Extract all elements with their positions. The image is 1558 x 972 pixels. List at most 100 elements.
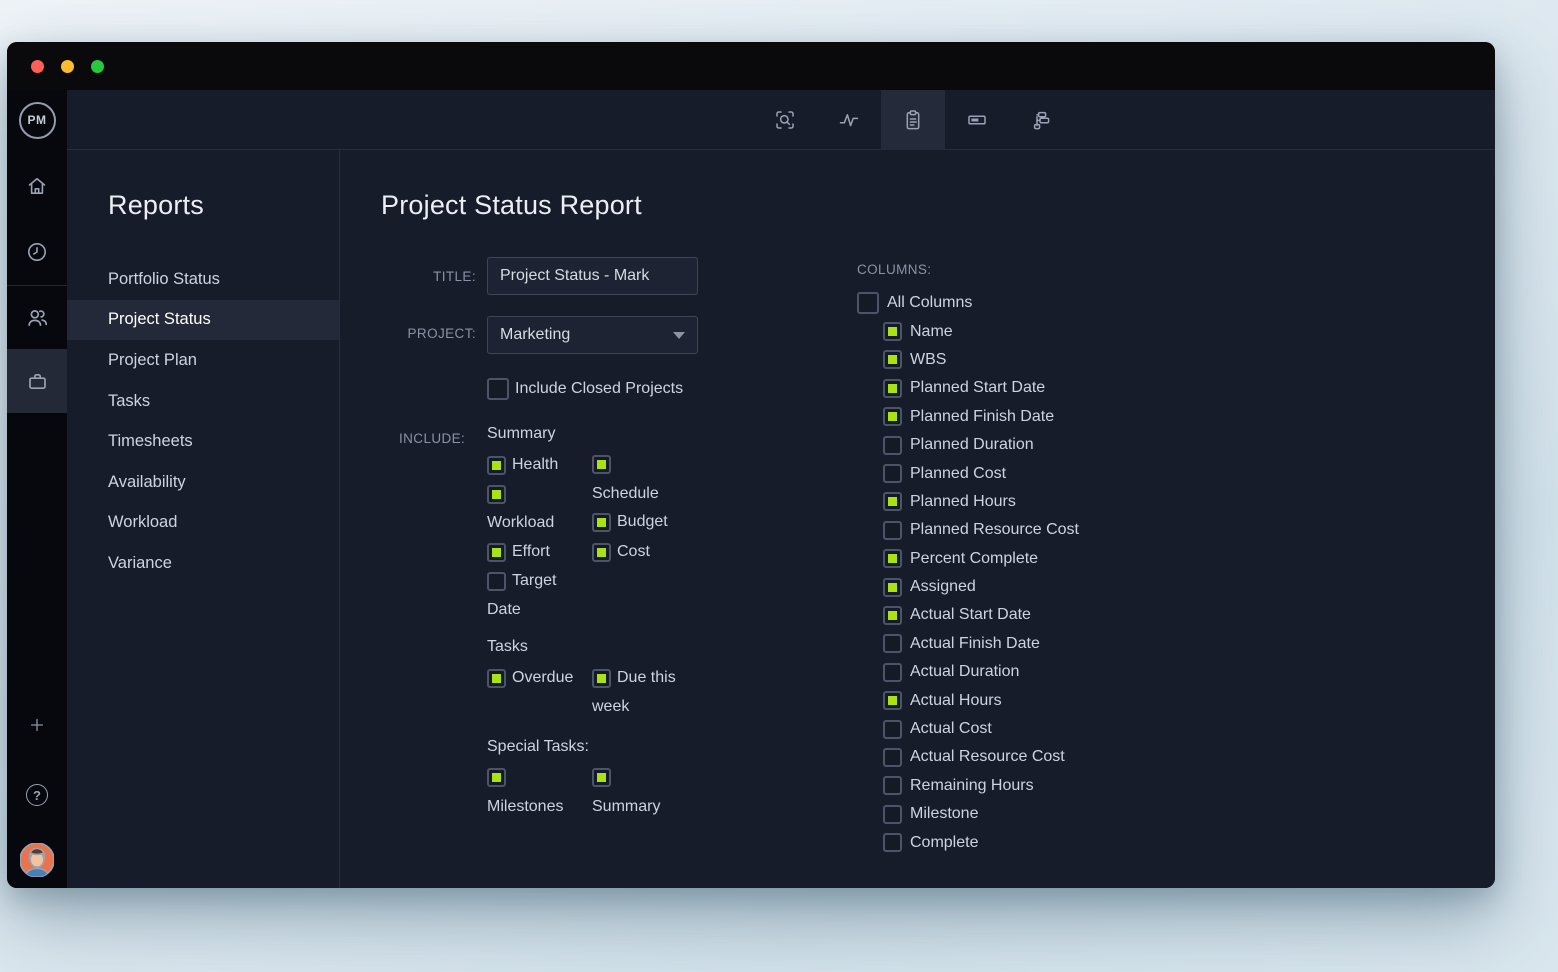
column-option-label: Planned Resource Cost: [910, 521, 1079, 539]
column-option-actual-hours[interactable]: Actual Hours: [883, 686, 1079, 714]
tasks-option-due-this-week[interactable]: Due thisweek: [592, 664, 692, 722]
summary-option-schedule[interactable]: Schedule: [592, 451, 692, 508]
add-icon[interactable]: [7, 697, 67, 753]
app-logo[interactable]: PM: [7, 90, 67, 150]
zoom-button[interactable]: [91, 60, 104, 73]
summary-option-budget[interactable]: Budget: [592, 508, 692, 537]
column-option-label: Actual Start Date: [910, 606, 1031, 624]
checkbox-checked-icon: [592, 768, 611, 787]
column-option-assigned[interactable]: Assigned: [883, 573, 1079, 601]
checkbox-icon: [883, 634, 902, 653]
column-option-actual-cost[interactable]: Actual Cost: [883, 715, 1079, 743]
option-label: Workload: [487, 509, 592, 538]
special-tasks-option-summary[interactable]: Summary: [592, 764, 692, 821]
column-option-actual-resource-cost[interactable]: Actual Resource Cost: [883, 743, 1079, 771]
sidebar-item-portfolio-status[interactable]: Portfolio Status: [67, 259, 339, 300]
special-options-col1: Milestones: [487, 764, 592, 821]
option-label: Date: [487, 596, 592, 625]
scan-search-icon[interactable]: [753, 90, 817, 150]
checkbox-icon: [883, 748, 902, 767]
column-option-wbs[interactable]: WBS: [883, 346, 1079, 374]
include-closed-projects-label: Include Closed Projects: [515, 380, 683, 398]
sidebar-item-variance[interactable]: Variance: [67, 543, 339, 584]
column-option-label: Planned Finish Date: [910, 408, 1054, 426]
reports-sidebar: Reports Portfolio StatusProject StatusPr…: [67, 150, 340, 888]
column-option-planned-finish-date[interactable]: Planned Finish Date: [883, 403, 1079, 431]
checkbox-checked-icon: [883, 350, 902, 369]
summary-option-effort[interactable]: Effort: [487, 538, 592, 567]
project-dropdown[interactable]: Marketing: [487, 316, 698, 354]
include-label: INCLUDE:: [399, 431, 465, 446]
column-option-planned-duration[interactable]: Planned Duration: [883, 431, 1079, 459]
summary-option-target-date[interactable]: Target Date: [487, 567, 592, 625]
workflow-icon[interactable]: [1009, 90, 1073, 150]
title-input[interactable]: [487, 257, 698, 295]
sidebar-item-availability[interactable]: Availability: [67, 462, 339, 503]
column-option-label: Remaining Hours: [910, 777, 1034, 795]
special-tasks-heading: Special Tasks:: [487, 738, 589, 756]
sidebar-item-project-status[interactable]: Project Status: [67, 300, 339, 341]
column-option-label: Planned Duration: [910, 436, 1034, 454]
checkbox-icon: [857, 292, 879, 314]
checkbox-checked-icon: [592, 455, 611, 474]
include-closed-projects-checkbox[interactable]: Include Closed Projects: [487, 378, 683, 400]
column-option-label: Actual Hours: [910, 692, 1002, 710]
toolbar-tabs: [753, 90, 1073, 150]
columns-label: COLUMNS:: [857, 262, 1079, 277]
report-clipboard-icon[interactable]: [881, 90, 945, 150]
summary-option-workload[interactable]: Workload: [487, 480, 592, 537]
tasks-option-overdue[interactable]: Overdue: [487, 664, 592, 693]
checkbox-checked-icon: [487, 669, 506, 688]
checkbox-icon: [883, 720, 902, 739]
sidebar-item-tasks[interactable]: Tasks: [67, 381, 339, 422]
column-option-milestone[interactable]: Milestone: [883, 800, 1079, 828]
all-columns-checkbox[interactable]: All Columns: [857, 289, 1079, 317]
column-option-complete[interactable]: Complete: [883, 828, 1079, 856]
card-icon[interactable]: [945, 90, 1009, 150]
option-label: Summary: [592, 793, 692, 822]
column-option-remaining-hours[interactable]: Remaining Hours: [883, 772, 1079, 800]
column-option-label: Planned Start Date: [910, 379, 1045, 397]
special-tasks-option-milestones[interactable]: Milestones: [487, 764, 592, 821]
sidebar-item-project-plan[interactable]: Project Plan: [67, 340, 339, 381]
minimize-button[interactable]: [61, 60, 74, 73]
top-toolbar: [67, 90, 1495, 150]
summary-option-health[interactable]: Health: [487, 451, 592, 480]
option-label: Overdue: [512, 669, 573, 686]
column-option-actual-start-date[interactable]: Actual Start Date: [883, 601, 1079, 629]
activity-icon[interactable]: [817, 90, 881, 150]
home-icon[interactable]: [7, 158, 67, 214]
checkbox-checked-icon: [487, 543, 506, 562]
column-option-name[interactable]: Name: [883, 317, 1079, 345]
sidebar-item-timesheets[interactable]: Timesheets: [67, 421, 339, 462]
sidebar-item-workload[interactable]: Workload: [67, 503, 339, 544]
checkbox-checked-icon: [592, 513, 611, 532]
column-option-planned-start-date[interactable]: Planned Start Date: [883, 374, 1079, 402]
column-option-actual-duration[interactable]: Actual Duration: [883, 658, 1079, 686]
column-option-percent-complete[interactable]: Percent Complete: [883, 545, 1079, 573]
column-option-planned-cost[interactable]: Planned Cost: [883, 459, 1079, 487]
page-title: Project Status Report: [381, 190, 642, 221]
column-option-label: Planned Cost: [910, 465, 1006, 483]
option-label: week: [592, 693, 692, 722]
window-titlebar: [7, 42, 1495, 90]
summary-option-cost[interactable]: Cost: [592, 538, 692, 567]
option-label: Budget: [617, 513, 668, 530]
clock-icon[interactable]: [7, 224, 67, 280]
close-button[interactable]: [31, 60, 44, 73]
avatar[interactable]: [7, 832, 67, 888]
project-label: PROJECT:: [340, 326, 476, 341]
help-icon[interactable]: ?: [7, 767, 67, 823]
option-label: Target: [512, 572, 556, 589]
column-option-label: Actual Finish Date: [910, 635, 1040, 653]
column-option-planned-resource-cost[interactable]: Planned Resource Cost: [883, 516, 1079, 544]
team-icon[interactable]: [7, 290, 67, 346]
portfolio-briefcase-icon[interactable]: [7, 349, 67, 413]
checkbox-icon: [883, 521, 902, 540]
tasks-options-col1: Overdue: [487, 664, 592, 693]
column-option-actual-finish-date[interactable]: Actual Finish Date: [883, 630, 1079, 658]
column-option-planned-hours[interactable]: Planned Hours: [883, 488, 1079, 516]
column-option-label: Percent Complete: [910, 550, 1038, 568]
checkbox-checked-icon: [487, 768, 506, 787]
checkbox-checked-icon: [487, 456, 506, 475]
